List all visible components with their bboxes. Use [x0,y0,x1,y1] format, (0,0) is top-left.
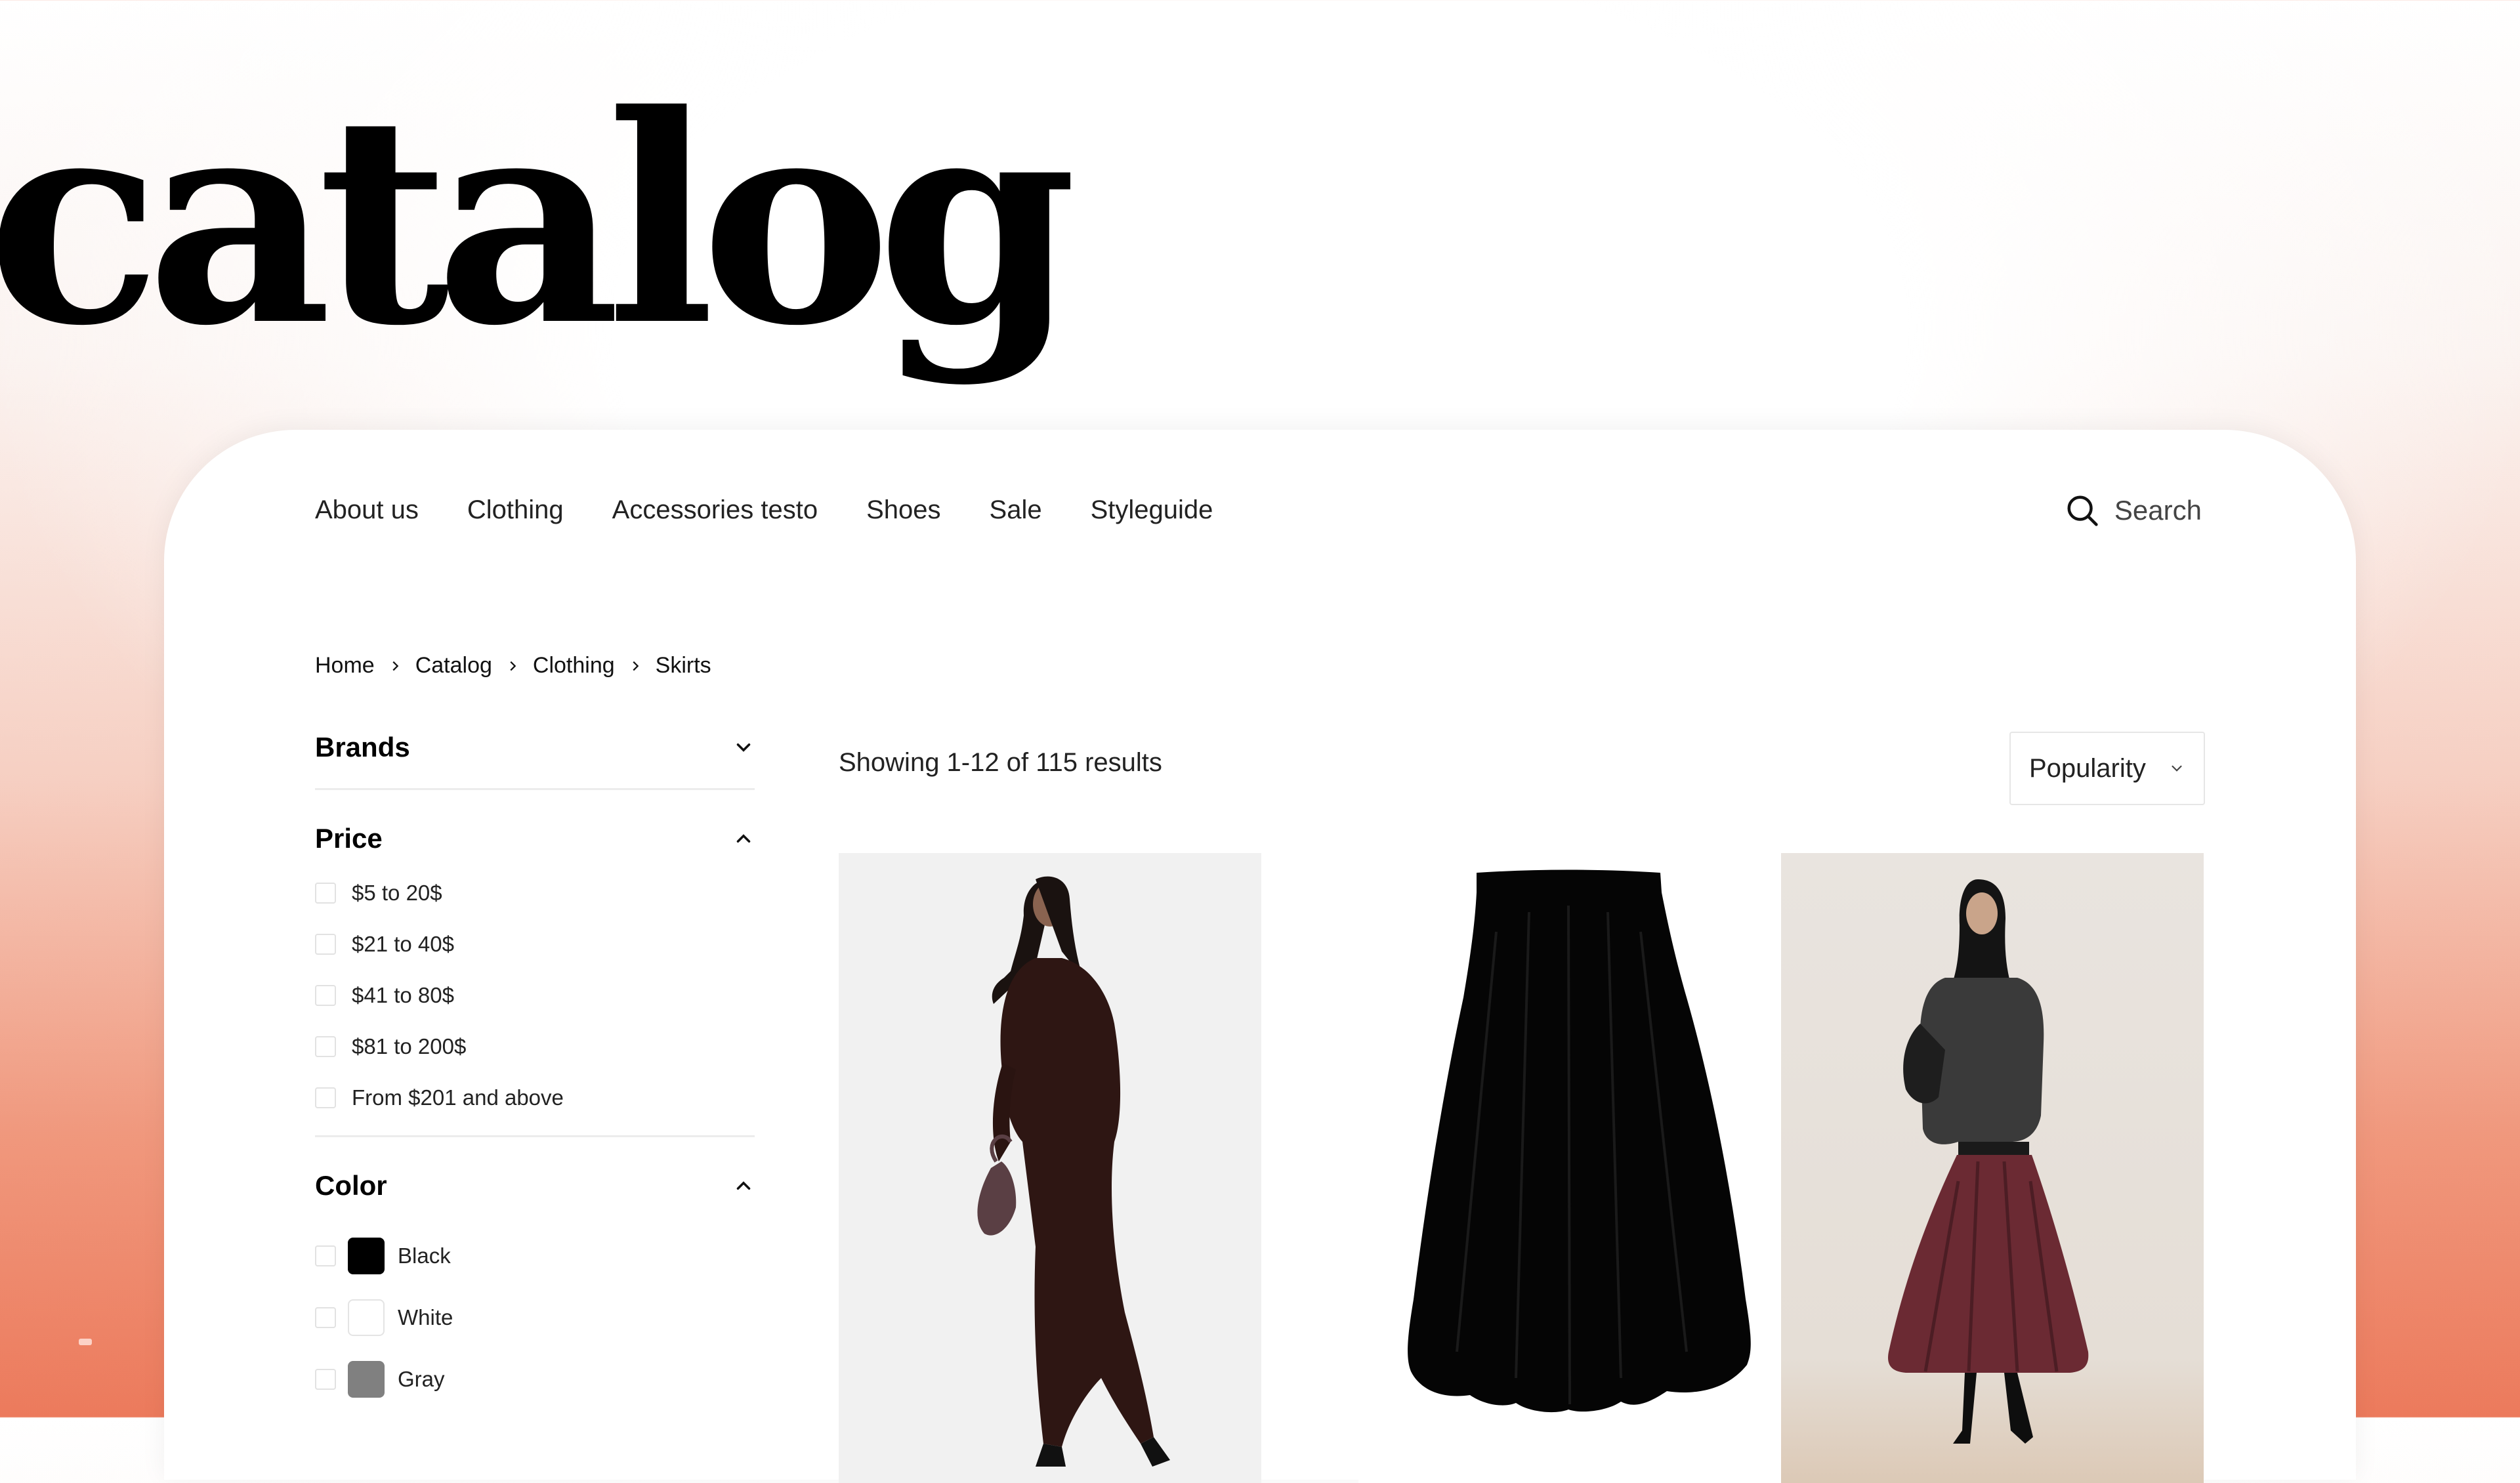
filter-sidebar: Brands Price $5 to 20$ $21 to 40$ $41 to… [315,732,755,1398]
color-filter-header[interactable]: Color [315,1170,755,1201]
price-option[interactable]: $5 to 20$ [315,881,755,906]
catalog-card: About us Clothing Accessories testo Shoe… [164,430,2356,1483]
color-option-white[interactable]: White [315,1299,755,1336]
color-option-gray[interactable]: Gray [315,1361,755,1398]
color-option-label: Gray [398,1367,445,1391]
results-count: Showing 1-12 of 115 results [839,748,1162,777]
product-image [977,876,1170,1467]
checkbox[interactable] [315,1036,336,1057]
sort-dropdown[interactable]: Popularity [2009,732,2205,805]
chevron-right-icon [392,661,398,671]
nav-item-shoes[interactable]: Shoes [866,495,940,525]
price-option-label: $5 to 20$ [352,881,442,905]
price-option-label: $41 to 80$ [352,983,454,1007]
price-option-label: $21 to 40$ [352,932,454,956]
breadcrumb: Home Catalog Clothing Skirts [315,653,711,679]
chevron-up-icon [736,834,751,843]
search-label: Search [2114,495,2202,526]
color-options: Black White Gray [315,1238,755,1398]
product-card[interactable] [1358,853,1781,1483]
product-card[interactable] [1781,853,2204,1483]
chevron-up-icon [736,1181,751,1190]
breadcrumb-clothing[interactable]: Clothing [533,653,615,679]
color-option-label: White [398,1305,453,1329]
price-option[interactable]: $41 to 80$ [315,983,755,1008]
divider [315,788,755,790]
brands-filter-title: Brands [315,732,410,762]
checkbox[interactable] [315,985,336,1006]
checkbox[interactable] [315,883,336,904]
chevron-right-icon [633,661,639,671]
main-nav: About us Clothing Accessories testo Shoe… [315,495,1213,525]
decorative-dot [79,1339,92,1345]
search-icon [2067,495,2098,526]
color-swatch [348,1361,385,1398]
product-image [1408,869,1751,1413]
page-hero-title: catalog [0,52,1077,388]
price-option[interactable]: From $201 and above [315,1085,755,1110]
sort-selected-label: Popularity [2029,753,2146,783]
price-option[interactable]: $21 to 40$ [315,932,755,957]
checkbox[interactable] [315,934,336,955]
price-options: $5 to 20$ $21 to 40$ $41 to 80$ $81 to 2… [315,881,755,1110]
chevron-down-icon [736,743,751,752]
product-image [1888,879,2089,1444]
nav-item-about-us[interactable]: About us [315,495,419,525]
breadcrumb-home[interactable]: Home [315,653,375,679]
checkbox[interactable] [315,1245,336,1266]
chevron-right-icon [510,661,516,671]
breadcrumb-catalog[interactable]: Catalog [415,653,492,679]
price-option-label: From $201 and above [352,1085,564,1110]
divider [315,1135,755,1137]
price-option[interactable]: $81 to 200$ [315,1034,755,1059]
nav-item-sale[interactable]: Sale [990,495,1042,525]
checkbox[interactable] [315,1087,336,1108]
nav-item-accessories[interactable]: Accessories testo [612,495,818,525]
search-button[interactable]: Search [2065,493,2202,528]
brands-filter-header[interactable]: Brands [315,732,755,763]
color-swatch [348,1299,385,1336]
color-option-black[interactable]: Black [315,1238,755,1274]
nav-item-clothing[interactable]: Clothing [467,495,564,525]
chevron-down-icon [2172,765,2182,772]
breadcrumb-skirts: Skirts [655,653,711,678]
price-filter-title: Price [315,823,383,854]
nav-item-styleguide[interactable]: Styleguide [1091,495,1213,525]
price-filter-header[interactable]: Price [315,823,755,854]
checkbox[interactable] [315,1307,336,1328]
color-swatch [348,1238,385,1274]
checkbox[interactable] [315,1369,336,1390]
color-option-label: Black [398,1243,451,1268]
price-option-label: $81 to 200$ [352,1034,467,1058]
color-filter-title: Color [315,1170,387,1201]
product-card[interactable] [839,853,1261,1483]
